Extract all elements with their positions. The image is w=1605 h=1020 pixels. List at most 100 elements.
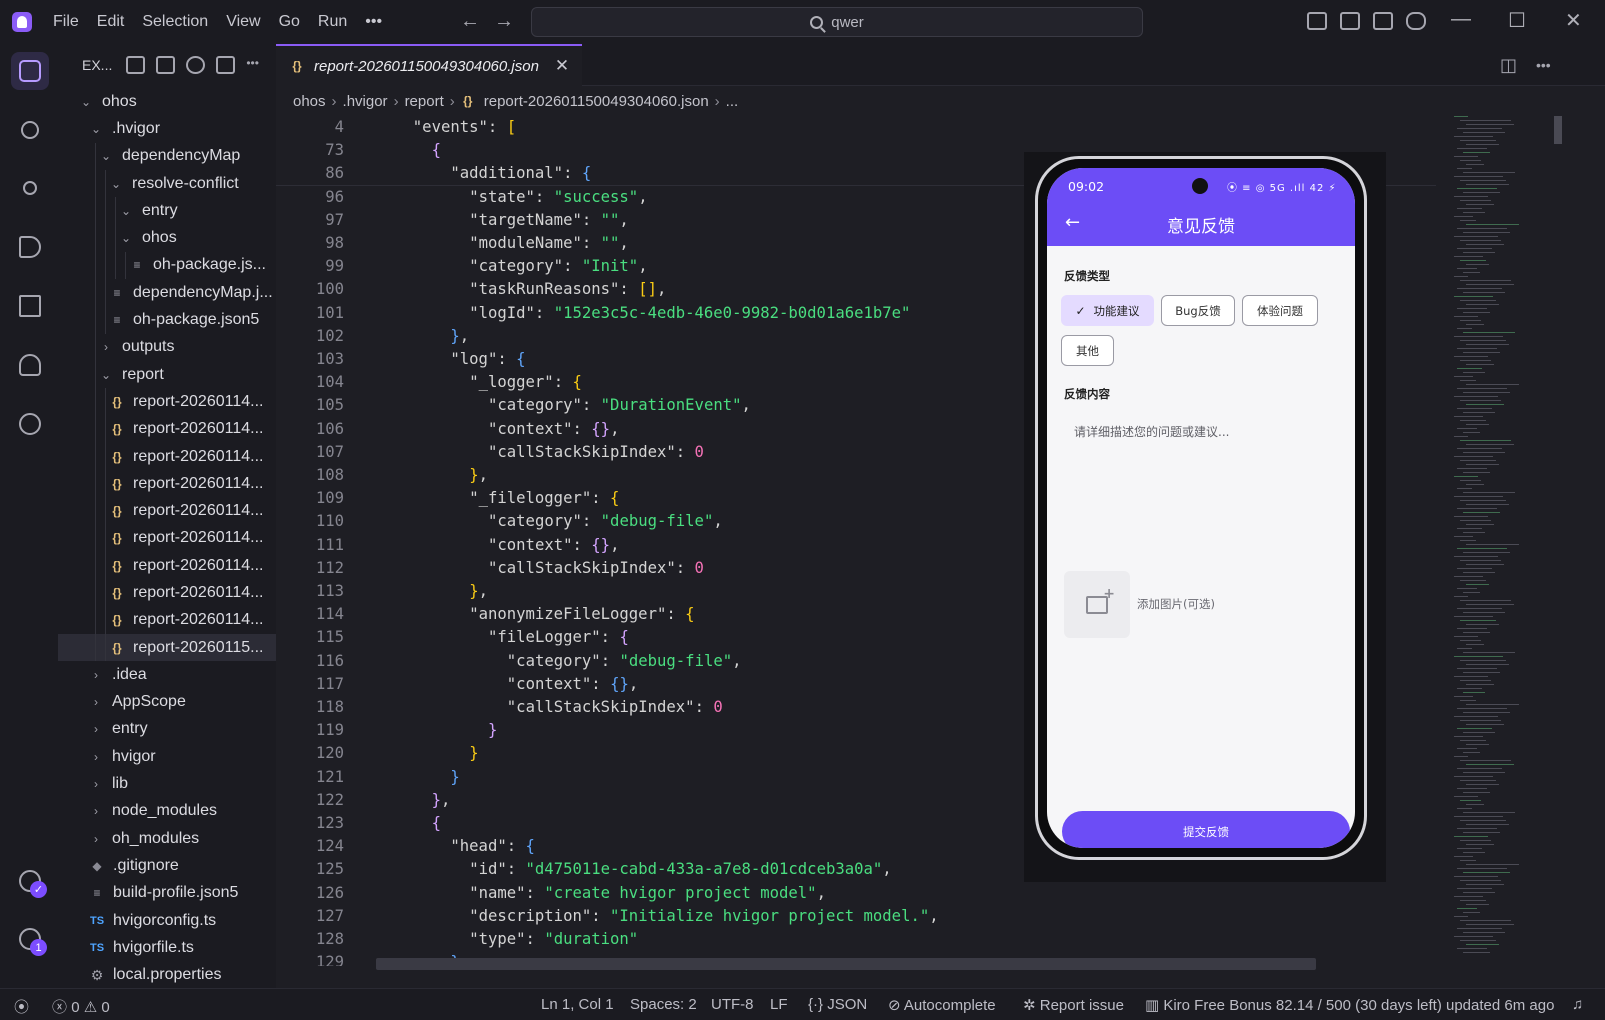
refresh-icon[interactable] [186, 56, 206, 74]
remote-icon[interactable]: ⦿ [14, 996, 29, 1017]
close-window-icon[interactable]: ✕ [1565, 8, 1582, 33]
customize-layout-icon[interactable] [1307, 12, 1327, 30]
explorer-icon[interactable] [11, 52, 49, 90]
maximize-icon[interactable]: ☐ [1508, 8, 1526, 33]
breadcrumb-item[interactable]: ... [726, 93, 739, 110]
back-arrow-icon[interactable]: ← [460, 10, 494, 32]
kiro-ghost-icon[interactable] [11, 346, 49, 384]
source-control-icon[interactable] [11, 169, 49, 207]
tree-item[interactable]: {} report-20260115... [58, 633, 276, 662]
minimize-icon[interactable]: — [1451, 8, 1471, 31]
search-view-icon[interactable] [11, 111, 49, 149]
horizontal-scrollbar[interactable] [376, 958, 1316, 970]
menu-run[interactable]: Run [318, 13, 347, 31]
menu-edit[interactable]: Edit [97, 13, 125, 31]
new-file-icon[interactable] [126, 56, 146, 74]
menu-go[interactable]: Go [279, 13, 300, 31]
tree-item[interactable]: ◆ .gitignore [58, 852, 276, 879]
menu-file[interactable]: File [53, 13, 79, 31]
tree-item[interactable]: › .idea [58, 661, 276, 688]
tree-item[interactable]: {} report-20260114... [58, 552, 276, 580]
submit-feedback-button[interactable]: 提交反馈 [1062, 811, 1350, 848]
close-tab-icon[interactable]: ✕ [555, 56, 569, 76]
chip-feature-suggestion[interactable]: ✓ 功能建议 [1061, 295, 1154, 326]
more-actions-icon[interactable]: ••• [246, 56, 265, 74]
collapse-all-icon[interactable] [216, 56, 236, 74]
tree-item[interactable]: {} report-20260114... [58, 388, 276, 416]
line-number: 105 [315, 396, 344, 415]
tree-item[interactable]: › entry [58, 716, 276, 743]
extensions-icon[interactable] [11, 287, 49, 325]
command-search-box[interactable]: qwer [531, 7, 1143, 37]
autocomplete-toggle[interactable]: ⊘ Autocomplete [888, 996, 996, 1014]
tree-item[interactable]: › oh_modules [58, 825, 276, 852]
tree-item[interactable]: ⌄ dependencyMap [58, 142, 276, 170]
eol[interactable]: LF [770, 996, 788, 1013]
notifications-bell-icon[interactable]: ♫ [1572, 996, 1583, 1013]
tree-item[interactable]: {} report-20260114... [58, 497, 276, 525]
editor-more-icon[interactable]: ••• [1536, 57, 1551, 73]
breadcrumb-item[interactable]: .hvigor [343, 93, 388, 110]
toggle-sidebar-icon[interactable] [1340, 12, 1360, 30]
menu-view[interactable]: View [226, 13, 260, 31]
tree-item[interactable]: ≡ oh-package.js... [58, 251, 276, 280]
chat-icon[interactable] [1406, 12, 1426, 30]
minimap-line [1454, 716, 1498, 717]
tree-item[interactable]: › node_modules [58, 798, 276, 825]
encoding[interactable]: UTF-8 [711, 996, 754, 1013]
menu-more-icon[interactable]: ••• [365, 13, 382, 31]
menu-selection[interactable]: Selection [142, 13, 208, 31]
split-editor-icon[interactable]: ◫ [1500, 55, 1517, 76]
tree-item[interactable]: {} report-20260114... [58, 470, 276, 498]
kiro-usage[interactable]: ▥ Kiro Free Bonus 82.14 / 500 (30 days l… [1145, 996, 1554, 1014]
forward-arrow-icon[interactable]: → [494, 10, 528, 32]
tree-item-label: entry [112, 720, 148, 738]
line-number: 99 [325, 257, 344, 276]
problems-indicator[interactable]: ⓧ 0 ⚠ 0 [52, 996, 110, 1017]
tree-item[interactable]: TS hvigorfile.ts [58, 934, 276, 961]
indentation[interactable]: Spaces: 2 [630, 996, 697, 1013]
tree-item[interactable]: ≡ dependencyMap.j... [58, 279, 276, 307]
chip-experience-issue[interactable]: 体验问题 [1242, 295, 1318, 326]
tree-item[interactable]: {} report-20260114... [58, 415, 276, 443]
tree-item[interactable]: › AppScope [58, 689, 276, 716]
editor-tab-active[interactable]: {} report-202601150049304060.json ✕ [276, 44, 582, 86]
tree-item[interactable]: ≡ oh-package.json5 [58, 306, 276, 334]
chip-other[interactable]: 其他 [1061, 335, 1114, 366]
language-mode[interactable]: {·} JSON [808, 996, 867, 1013]
tree-item[interactable]: ⚙ local.properties [58, 962, 276, 989]
accounts-icon[interactable]: ✓ [11, 862, 49, 900]
tree-item[interactable]: {} report-20260114... [58, 442, 276, 471]
run-debug-icon[interactable] [11, 228, 49, 266]
typescript-file-icon: TS [90, 941, 105, 954]
tree-item[interactable]: ⌄ report [58, 360, 276, 389]
tree-item[interactable]: ⌄ resolve-conflict [58, 169, 276, 198]
report-issue[interactable]: ✲ Report issue [1023, 996, 1124, 1014]
cursor-position[interactable]: Ln 1, Col 1 [541, 996, 614, 1013]
back-arrow-icon[interactable]: ← [1065, 212, 1080, 233]
breadcrumb-item[interactable]: report-202601150049304060.json [484, 93, 709, 110]
tree-item[interactable]: › lib [58, 770, 276, 797]
tree-item[interactable]: ⌄ entry [58, 197, 276, 225]
tree-item[interactable]: {} report-20260114... [58, 524, 276, 553]
chip-bug-feedback[interactable]: Bug反馈 [1161, 295, 1235, 326]
tree-item[interactable]: ⌄ ohos [58, 88, 276, 115]
tree-item[interactable]: › outputs [58, 333, 276, 361]
add-image-button[interactable] [1064, 571, 1130, 638]
tree-item[interactable]: {} report-20260114... [58, 579, 276, 607]
tree-item[interactable]: {} report-20260114... [58, 606, 276, 634]
vertical-scrollbar[interactable] [1554, 116, 1562, 144]
hooks-icon[interactable] [11, 405, 49, 443]
tree-item[interactable]: ≡ build-profile.json5 [58, 880, 276, 907]
feedback-content-input[interactable]: 请详细描述您的问题或建议... [1074, 423, 1229, 440]
tree-item[interactable]: ⌄ .hvigor [58, 115, 276, 142]
minimap[interactable] [1446, 116, 1566, 966]
tree-item[interactable]: TS hvigorconfig.ts [58, 907, 276, 934]
toggle-panel-icon[interactable] [1373, 12, 1393, 30]
tree-item[interactable]: › hvigor [58, 743, 276, 770]
breadcrumb-item[interactable]: ohos [293, 93, 326, 110]
breadcrumb-item[interactable]: report [405, 93, 444, 110]
settings-gear-icon[interactable]: 1 [11, 920, 49, 958]
tree-item[interactable]: ⌄ ohos [58, 224, 276, 252]
new-folder-icon[interactable] [156, 56, 176, 74]
